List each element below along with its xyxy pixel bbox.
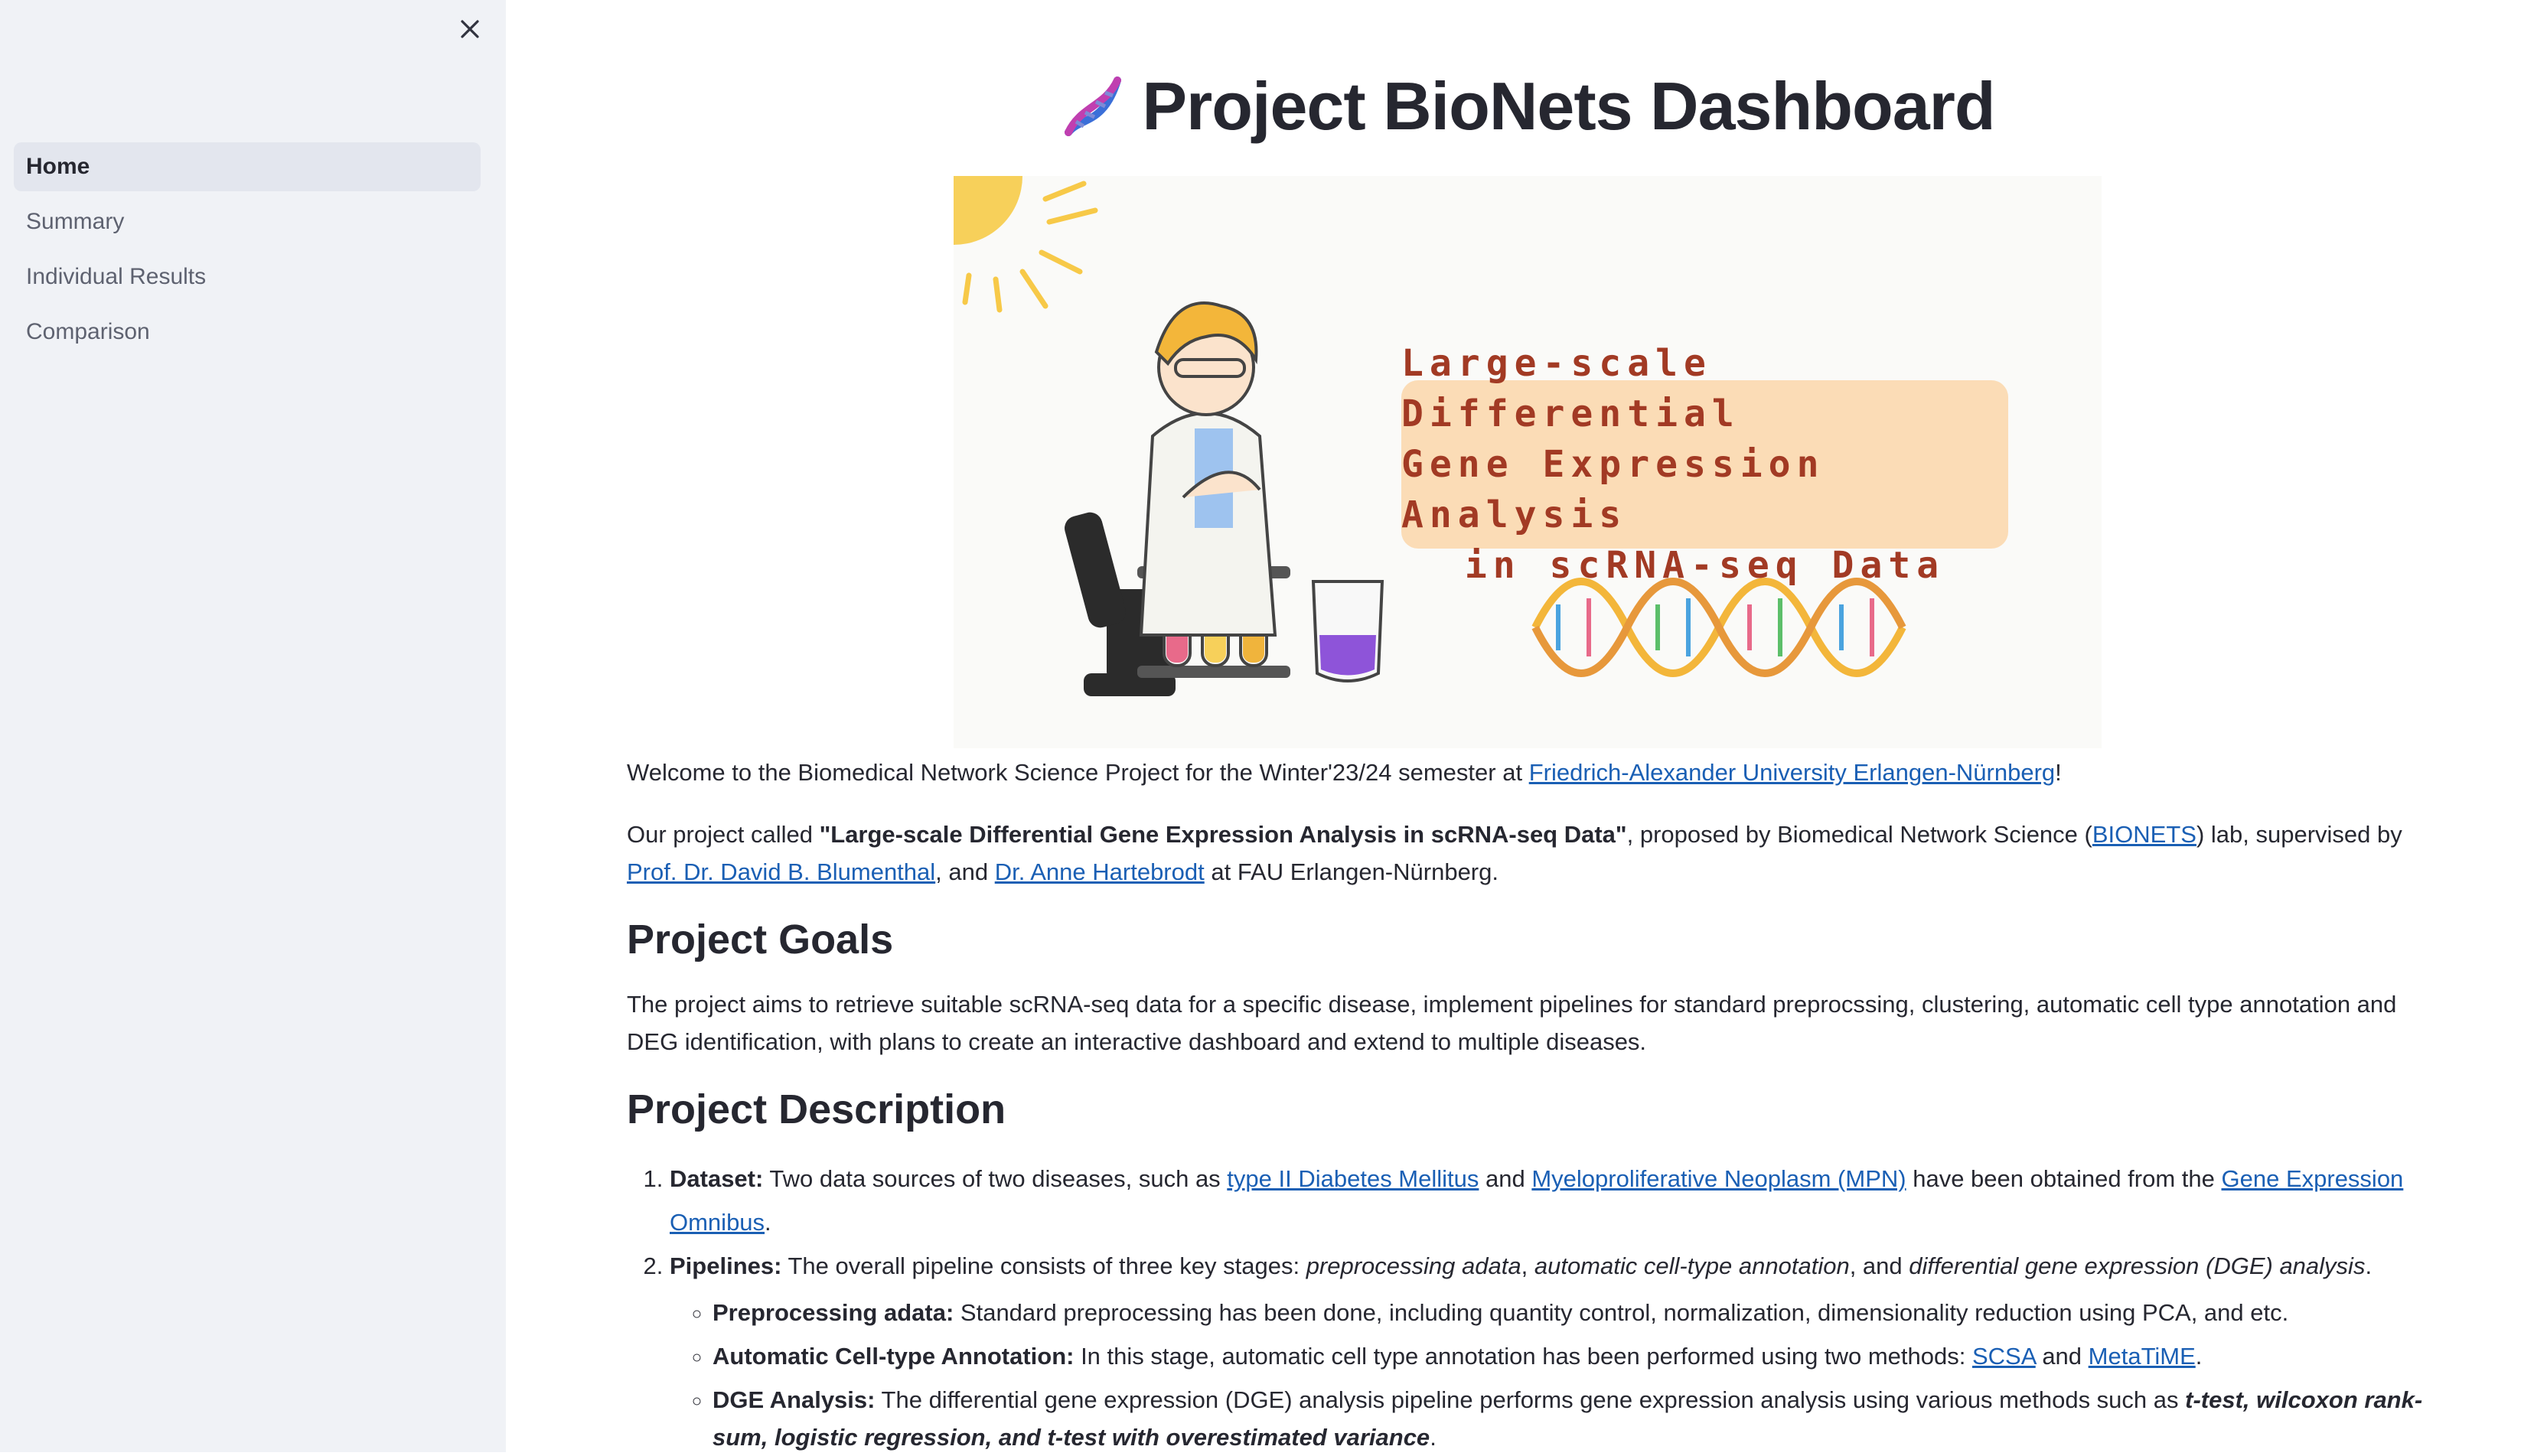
page-title: Project BioNets Dashboard <box>506 67 2547 145</box>
annotation-text: In this stage, automatic cell type annot… <box>1074 1343 1972 1370</box>
annotation-label: Automatic Cell-type Annotation: <box>713 1343 1075 1370</box>
sidebar-item-label: Individual Results <box>26 264 207 289</box>
pipelines-label: Pipelines: <box>670 1252 782 1279</box>
sun-icon <box>954 176 1098 313</box>
sidebar-item-label: Summary <box>26 209 125 234</box>
goals-paragraph: The project aims to retrieve suitable sc… <box>627 991 2397 1055</box>
sidebar: Home Summary Individual Results Comparis… <box>0 0 506 1452</box>
close-icon <box>461 20 479 38</box>
scientist-illustration <box>1139 301 1277 637</box>
bionets-link[interactable]: BIONETS <box>2092 821 2196 848</box>
banner-image: Large-scale Differential Gene Expression… <box>954 176 2102 748</box>
sidebar-nav: Home Summary Individual Results Comparis… <box>14 142 481 363</box>
metatime-link[interactable]: MetaTiME <box>2089 1343 2196 1370</box>
sidebar-item-summary[interactable]: Summary <box>14 197 481 246</box>
close-sidebar-button[interactable] <box>453 12 487 46</box>
sidebar-item-individual-results[interactable]: Individual Results <box>14 252 481 301</box>
main-content: Project BioNets Dashboard Large-scale Di… <box>506 0 2547 1452</box>
description-list: Dataset: Two data sources of two disease… <box>627 1157 2433 1456</box>
dge-text: . <box>1430 1424 1437 1451</box>
banner-title-card: Large-scale Differential Gene Expression… <box>1401 342 2008 587</box>
scsa-link[interactable]: SCSA <box>1972 1343 2036 1370</box>
project-title-text: "Large-scale Differential Gene Expressio… <box>819 821 1627 848</box>
list-item-dataset: Dataset: Two data sources of two disease… <box>670 1157 2433 1244</box>
pipelines-text: , and <box>1849 1252 1909 1279</box>
pipelines-text: , <box>1521 1252 1534 1279</box>
sidebar-item-comparison[interactable]: Comparison <box>14 308 481 357</box>
pipeline-stage-list: Preprocessing adata: Standard preprocess… <box>670 1294 2433 1456</box>
welcome-paragraph: Welcome to the Biomedical Network Scienc… <box>627 754 2433 791</box>
preprocess-label: Preprocessing adata: <box>713 1299 954 1326</box>
preprocess-text: Standard preprocessing has been done, in… <box>954 1299 2289 1326</box>
stage-text: automatic cell-type annotation <box>1534 1252 1850 1279</box>
university-link[interactable]: Friedrich-Alexander University Erlangen-… <box>1529 759 2055 786</box>
dge-label: DGE Analysis: <box>713 1386 876 1413</box>
project-text: , proposed by Biomedical Network Science… <box>1626 821 2092 848</box>
dna-strand-illustration <box>1531 578 1906 677</box>
pipelines-text: The overall pipeline consists of three k… <box>781 1252 1306 1279</box>
list-item-pipelines: Pipelines: The overall pipeline consists… <box>670 1244 2433 1456</box>
page-body: Welcome to the Biomedical Network Scienc… <box>627 754 2433 1456</box>
sidebar-item-label: Home <box>26 154 90 179</box>
dataset-text: have been obtained from the <box>1906 1165 2222 1192</box>
sidebar-item-home[interactable]: Home <box>14 142 481 191</box>
banner-line: in scRNA-seq Data <box>1464 544 1945 587</box>
pipelines-text: . <box>2365 1252 2373 1279</box>
project-text: ) lab, supervised by <box>2196 821 2402 848</box>
goals-heading: Project Goals <box>627 917 894 963</box>
welcome-text: Welcome to the Biomedical Network Scienc… <box>627 759 1529 786</box>
mpn-link[interactable]: Myeloproliferative Neoplasm (MPN) <box>1531 1165 1906 1192</box>
project-text: at FAU Erlangen-Nürnberg. <box>1204 858 1499 885</box>
stage-text: preprocessing adata <box>1306 1252 1521 1279</box>
list-item-annotation: Automatic Cell-type Annotation: In this … <box>713 1337 2433 1375</box>
project-paragraph: Our project called "Large-scale Differen… <box>627 816 2433 891</box>
annotation-text: and <box>2035 1343 2089 1370</box>
supervisor-blumenthal-link[interactable]: Prof. Dr. David B. Blumenthal <box>627 858 935 885</box>
supervisor-hartebrodt-link[interactable]: Dr. Anne Hartebrodt <box>995 858 1205 885</box>
beaker-icon <box>1311 580 1384 682</box>
diabetes-link[interactable]: type II Diabetes Mellitus <box>1227 1165 1479 1192</box>
annotation-text: . <box>2195 1343 2203 1370</box>
welcome-suffix: ! <box>2055 759 2062 786</box>
stage-text: differential gene expression (DGE) analy… <box>1909 1252 2366 1279</box>
list-item-preprocessing: Preprocessing adata: Standard preprocess… <box>713 1294 2433 1331</box>
dna-icon <box>1065 77 1122 136</box>
sidebar-item-label: Comparison <box>26 319 150 344</box>
banner-line: Large-scale Differential <box>1401 342 1740 435</box>
dataset-text: and <box>1479 1165 1532 1192</box>
dataset-text: Two data sources of two diseases, such a… <box>763 1165 1228 1192</box>
description-heading: Project Description <box>627 1086 1006 1132</box>
project-text: , and <box>935 858 995 885</box>
dge-text: The differential gene expression (DGE) a… <box>875 1386 2186 1413</box>
dataset-text: . <box>765 1209 771 1236</box>
page-title-text: Project BioNets Dashboard <box>1142 68 1995 144</box>
project-text: Our project called <box>627 821 820 848</box>
list-item-dge: DGE Analysis: The differential gene expr… <box>713 1381 2433 1456</box>
banner-line: Gene Expression Analysis <box>1401 443 1825 536</box>
dataset-label: Dataset: <box>670 1165 764 1192</box>
